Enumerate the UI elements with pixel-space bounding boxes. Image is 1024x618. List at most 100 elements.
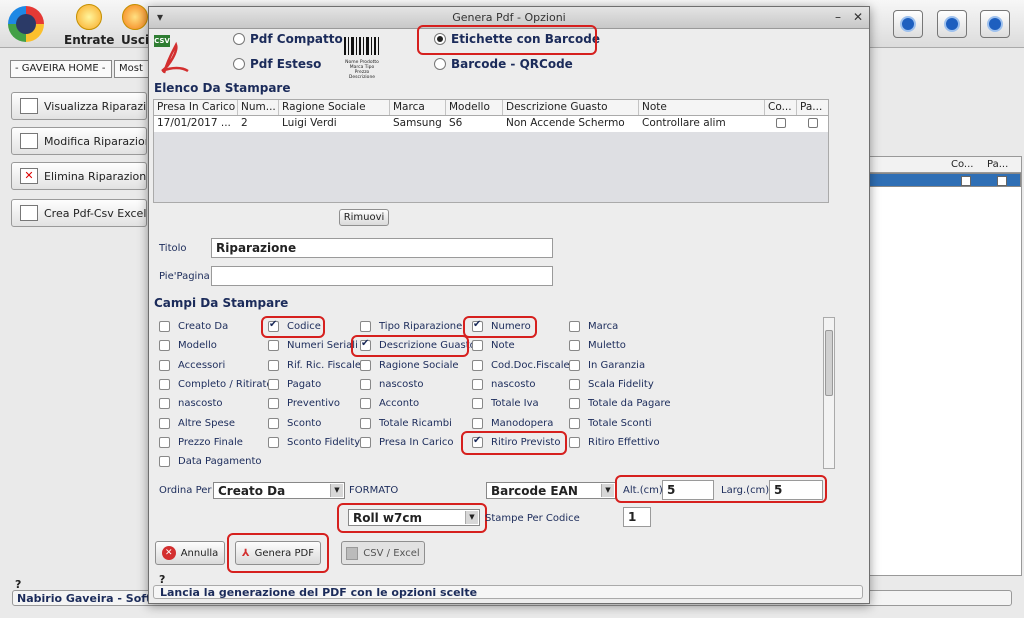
- minimize-icon[interactable]: –: [835, 10, 841, 24]
- field-checkbox[interactable]: Accessori: [159, 359, 225, 371]
- field-checkbox[interactable]: Manodopera: [472, 417, 553, 429]
- checkbox[interactable]: [569, 378, 580, 390]
- field-checkbox[interactable]: Modello: [159, 340, 217, 352]
- field-checkbox[interactable]: Creato Da: [159, 321, 228, 332]
- field-checkbox[interactable]: Totale Iva: [472, 398, 539, 410]
- delete-repair-button[interactable]: ✕ Elimina Riparazione: [11, 162, 147, 190]
- generate-pdf-button[interactable]: ⅄ Genera PDF: [235, 541, 321, 565]
- field-checkbox[interactable]: Sconto Fidelity: [268, 436, 360, 448]
- field-checkbox[interactable]: Codice: [268, 319, 321, 332]
- radio-pdf-esteso[interactable]: Pdf Esteso: [233, 57, 321, 71]
- column-header[interactable]: Num...: [238, 100, 279, 115]
- radio-button[interactable]: [233, 58, 245, 70]
- checkbox[interactable]: [569, 359, 580, 371]
- checkbox[interactable]: [268, 359, 279, 371]
- column-header[interactable]: Descrizione Guasto: [503, 100, 639, 115]
- radio-button[interactable]: [434, 58, 446, 70]
- checkbox[interactable]: [268, 417, 279, 429]
- checkbox[interactable]: [159, 340, 170, 352]
- checkbox[interactable]: [360, 417, 371, 429]
- uscite-button[interactable]: Usci: [120, 4, 150, 47]
- checkbox[interactable]: [569, 436, 580, 448]
- remove-button[interactable]: Rimuovi: [339, 209, 389, 226]
- checkbox[interactable]: [268, 340, 279, 352]
- column-header[interactable]: Ragione Sociale: [279, 100, 390, 115]
- order-select[interactable]: Creato Da ▼: [213, 482, 345, 499]
- field-checkbox[interactable]: Data Pagamento: [159, 456, 262, 468]
- field-checkbox[interactable]: Completo / Ritirato: [159, 378, 273, 390]
- checkbox[interactable]: [268, 436, 279, 448]
- fields-scrollbar[interactable]: [823, 317, 835, 469]
- checkbox-checked[interactable]: [472, 319, 483, 332]
- field-checkbox[interactable]: Altre Spese: [159, 417, 235, 429]
- checkbox[interactable]: [569, 321, 580, 332]
- csv-excel-button[interactable]: CSV / Excel: [341, 541, 425, 565]
- field-checkbox[interactable]: nascosto: [159, 398, 223, 410]
- checkbox[interactable]: [472, 378, 483, 390]
- field-checkbox[interactable]: In Garanzia: [569, 359, 645, 371]
- field-checkbox[interactable]: Totale Ricambi: [360, 417, 452, 429]
- field-checkbox[interactable]: Sconto: [268, 417, 321, 429]
- checkbox[interactable]: [159, 436, 170, 448]
- settings-button[interactable]: [893, 10, 923, 38]
- field-checkbox[interactable]: nascosto: [360, 378, 424, 390]
- checkbox[interactable]: [360, 378, 371, 390]
- row-checkbox[interactable]: [961, 176, 971, 186]
- scrollbar-thumb[interactable]: [825, 330, 833, 396]
- roll-select[interactable]: Roll w7cm ▼: [348, 509, 480, 526]
- title-input[interactable]: Riparazione: [211, 238, 553, 258]
- column-header[interactable]: Pa...: [797, 100, 828, 115]
- field-checkbox[interactable]: Cod.Doc.Fiscale: [472, 359, 570, 371]
- checkbox[interactable]: [360, 436, 371, 448]
- checkbox[interactable]: [569, 398, 580, 410]
- field-checkbox[interactable]: Presa In Carico: [360, 436, 454, 448]
- checkbox[interactable]: [159, 321, 170, 332]
- tab-home[interactable]: - GAVEIRA HOME -: [10, 60, 112, 78]
- checkbox[interactable]: [472, 340, 483, 352]
- minimize-app-button[interactable]: [937, 10, 967, 38]
- close-icon[interactable]: ✕: [853, 10, 863, 24]
- field-checkbox[interactable]: Tipo Riparazione: [360, 321, 462, 332]
- alt-input[interactable]: 5: [662, 480, 714, 500]
- field-checkbox[interactable]: Prezzo Finale: [159, 436, 243, 448]
- column-header[interactable]: Co...: [951, 159, 973, 170]
- field-checkbox[interactable]: Scala Fidelity: [569, 378, 654, 390]
- field-checkbox[interactable]: Totale da Pagare: [569, 398, 671, 410]
- field-checkbox[interactable]: Numeri Seriali: [268, 340, 358, 352]
- column-header[interactable]: Note: [639, 100, 765, 115]
- field-checkbox[interactable]: Totale Sconti: [569, 417, 652, 429]
- copies-input[interactable]: 1: [623, 507, 651, 527]
- checkbox-checked[interactable]: [360, 338, 371, 352]
- barcode-type-select[interactable]: Barcode EAN ▼: [486, 482, 616, 499]
- radio-button-selected[interactable]: [434, 33, 446, 45]
- field-checkbox[interactable]: Preventivo: [268, 398, 340, 410]
- checkbox[interactable]: [569, 340, 580, 352]
- column-header[interactable]: Marca: [390, 100, 446, 115]
- checkbox[interactable]: [472, 359, 483, 371]
- checkbox[interactable]: [360, 398, 371, 410]
- checkbox[interactable]: [360, 359, 371, 371]
- footer-input[interactable]: [211, 266, 553, 286]
- edit-repair-button[interactable]: Modifica Riparazione: [11, 127, 147, 155]
- checkbox[interactable]: [569, 417, 580, 429]
- field-checkbox[interactable]: nascosto: [472, 378, 536, 390]
- checkbox-checked[interactable]: [472, 435, 483, 448]
- radio-button[interactable]: [233, 33, 245, 45]
- row-checkbox[interactable]: [997, 176, 1007, 186]
- field-checkbox[interactable]: Rif. Ric. Fiscale: [268, 359, 361, 371]
- field-checkbox[interactable]: Pagato: [268, 378, 321, 390]
- checkbox[interactable]: [360, 321, 371, 332]
- column-header[interactable]: Co...: [765, 100, 797, 115]
- field-checkbox[interactable]: Ritiro Previsto: [472, 435, 560, 448]
- checkbox[interactable]: [268, 378, 279, 390]
- selected-row[interactable]: [867, 173, 1021, 187]
- cancel-button[interactable]: ✕ Annulla: [155, 541, 225, 565]
- power-button[interactable]: [980, 10, 1010, 38]
- radio-pdf-compatto[interactable]: Pdf Compatto: [233, 32, 343, 46]
- larg-input[interactable]: 5: [769, 480, 823, 500]
- column-header[interactable]: Presa In Carico: [154, 100, 238, 115]
- column-header[interactable]: Pa...: [987, 159, 1008, 170]
- field-checkbox[interactable]: Muletto: [569, 340, 626, 352]
- table-row[interactable]: 17/01/2017 ... 2 Luigi Verdi Samsung S6 …: [154, 116, 828, 132]
- field-checkbox[interactable]: Descrizione Guasto: [360, 338, 476, 352]
